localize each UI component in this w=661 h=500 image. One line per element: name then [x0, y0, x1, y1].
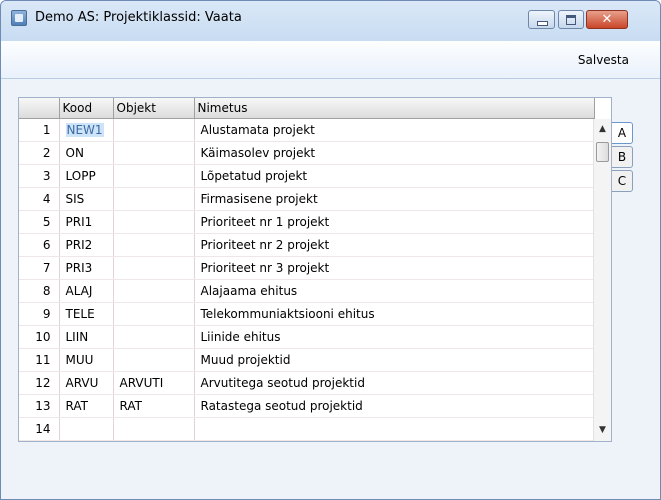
- row-number-cell: 6: [19, 233, 60, 257]
- tab-c[interactable]: C: [612, 170, 633, 192]
- scroll-thumb[interactable]: [596, 142, 609, 162]
- table-row[interactable]: 3 LOPP Lõpetatud projekt: [19, 164, 595, 188]
- class-grid: Kood Objekt Nimetus 1 NEW1 Alustamata proj…: [18, 97, 612, 442]
- table-row[interactable]: 4 SIS Firmasisene projekt: [19, 187, 595, 211]
- kood-cell[interactable]: [59, 417, 114, 441]
- kood-cell[interactable]: PRI2: [59, 233, 114, 257]
- objekt-cell[interactable]: [113, 210, 195, 234]
- objekt-cell[interactable]: [113, 118, 195, 142]
- table-row[interactable]: 14: [19, 417, 595, 441]
- objekt-cell[interactable]: [113, 233, 195, 257]
- scroll-up-arrow-icon[interactable]: ▲: [594, 121, 611, 138]
- nimetus-cell[interactable]: Arvutitega seotud projektid: [194, 371, 595, 395]
- nimetus-cell[interactable]: Prioriteet nr 1 projekt: [194, 210, 595, 234]
- nimetus-cell[interactable]: Prioriteet nr 2 projekt: [194, 233, 595, 257]
- nimetus-cell[interactable]: Prioriteet nr 3 projekt: [194, 256, 595, 280]
- nimetus-cell[interactable]: Alustamata projekt: [194, 118, 595, 142]
- kood-cell[interactable]: TELE: [59, 302, 114, 326]
- nimetus-cell[interactable]: Liinide ehitus: [194, 325, 595, 349]
- grid-body: 1 NEW1 Alustamata projekt 2 ON Käimasolev pro…: [19, 118, 595, 441]
- row-number-cell: 10: [19, 325, 60, 349]
- nimetus-cell[interactable]: Ratastega seotud projektid: [194, 394, 595, 418]
- kood-cell[interactable]: LIIN: [59, 325, 114, 349]
- row-number-cell: 5: [19, 210, 60, 234]
- row-number-cell: 3: [19, 164, 60, 188]
- table-row[interactable]: 13 RAT RAT Ratastega seotud projektid: [19, 394, 595, 418]
- table-row[interactable]: 8 ALAJ Alajaama ehitus: [19, 279, 595, 303]
- title-bar[interactable]: Demo AS: Projektiklassid: Vaata ✕: [1, 1, 660, 41]
- row-number-cell: 2: [19, 141, 60, 165]
- nimetus-cell[interactable]: Firmasisene projekt: [194, 187, 595, 211]
- tab-b[interactable]: B: [612, 146, 633, 168]
- kood-cell[interactable]: PRI3: [59, 256, 114, 280]
- window-title: Demo AS: Projektiklassid: Vaata: [35, 10, 242, 25]
- nimetus-cell[interactable]: Muud projektid: [194, 348, 595, 372]
- minimize-button[interactable]: [528, 10, 555, 29]
- close-icon: ✕: [601, 12, 613, 27]
- row-number-cell: 4: [19, 187, 60, 211]
- projektiklassid-window: Demo AS: Projektiklassid: Vaata ✕ Salves…: [0, 0, 661, 500]
- table-row[interactable]: 9 TELE Telekommuniaktsiooni ehitus: [19, 302, 595, 326]
- kood-cell[interactable]: RAT: [59, 394, 114, 418]
- table-row[interactable]: 1 NEW1 Alustamata projekt: [19, 118, 595, 142]
- row-number-cell: 14: [19, 417, 60, 441]
- objekt-cell[interactable]: [113, 164, 195, 188]
- close-button[interactable]: ✕: [586, 10, 628, 29]
- objekt-cell[interactable]: [113, 302, 195, 326]
- objekt-cell[interactable]: [113, 325, 195, 349]
- nimetus-cell[interactable]: [194, 417, 595, 441]
- row-number-cell: 7: [19, 256, 60, 280]
- table-row[interactable]: 11 MUU Muud projektid: [19, 348, 595, 372]
- card-tabs: A B C: [612, 122, 633, 194]
- row-number-cell: 9: [19, 302, 60, 326]
- objekt-cell[interactable]: [113, 417, 195, 441]
- kood-cell[interactable]: SIS: [59, 187, 114, 211]
- nimetus-cell[interactable]: Telekommuniaktsiooni ehitus: [194, 302, 595, 326]
- row-number-cell: 12: [19, 371, 60, 395]
- toolbar: Salvesta: [1, 41, 660, 79]
- row-number-cell: 8: [19, 279, 60, 303]
- vertical-scrollbar[interactable]: ▲ ▼: [593, 119, 611, 441]
- kood-cell[interactable]: ARVU: [59, 371, 114, 395]
- kood-cell[interactable]: NEW1: [59, 118, 114, 142]
- objekt-cell[interactable]: RAT: [113, 394, 195, 418]
- table-row[interactable]: 12 ARVU ARVUTI Arvutitega seotud projektid: [19, 371, 595, 395]
- tab-a[interactable]: A: [612, 122, 633, 144]
- row-number-cell: 1: [19, 118, 60, 142]
- column-header-kood[interactable]: Kood: [59, 98, 114, 119]
- nimetus-cell[interactable]: Alajaama ehitus: [194, 279, 595, 303]
- table-row[interactable]: 6 PRI2 Prioriteet nr 2 projekt: [19, 233, 595, 257]
- column-header-nimetus[interactable]: Nimetus: [194, 98, 595, 119]
- nimetus-cell[interactable]: Käimasolev projekt: [194, 141, 595, 165]
- row-number-cell: 11: [19, 348, 60, 372]
- objekt-cell[interactable]: [113, 141, 195, 165]
- objekt-cell[interactable]: [113, 279, 195, 303]
- row-number-cell: 13: [19, 394, 60, 418]
- kood-cell[interactable]: ALAJ: [59, 279, 114, 303]
- table-row[interactable]: 7 PRI3 Prioriteet nr 3 projekt: [19, 256, 595, 280]
- selected-cell-text[interactable]: NEW1: [65, 123, 104, 137]
- table-row[interactable]: 10 LIIN Liinide ehitus: [19, 325, 595, 349]
- table-row[interactable]: 5 PRI1 Prioriteet nr 1 projekt: [19, 210, 595, 234]
- objekt-cell[interactable]: [113, 348, 195, 372]
- scroll-down-arrow-icon[interactable]: ▼: [594, 422, 611, 439]
- kood-cell[interactable]: ON: [59, 141, 114, 165]
- maximize-button[interactable]: [558, 10, 584, 29]
- objekt-cell[interactable]: [113, 187, 195, 211]
- kood-cell[interactable]: LOPP: [59, 164, 114, 188]
- save-button[interactable]: Salvesta: [578, 53, 629, 67]
- column-header-row-number: [19, 98, 60, 119]
- window-content: Kood Objekt Nimetus 1 NEW1 Alustamata proj…: [1, 79, 660, 499]
- kood-cell[interactable]: MUU: [59, 348, 114, 372]
- grid-table: Kood Objekt Nimetus 1 NEW1 Alustamata proj…: [19, 98, 595, 441]
- column-header-objekt[interactable]: Objekt: [113, 98, 195, 119]
- app-icon: [11, 10, 27, 26]
- nimetus-cell[interactable]: Lõpetatud projekt: [194, 164, 595, 188]
- objekt-cell[interactable]: [113, 256, 195, 280]
- objekt-cell[interactable]: ARVUTI: [113, 371, 195, 395]
- kood-cell[interactable]: PRI1: [59, 210, 114, 234]
- grid-header-row: Kood Objekt Nimetus: [19, 98, 595, 119]
- table-row[interactable]: 2 ON Käimasolev projekt: [19, 141, 595, 165]
